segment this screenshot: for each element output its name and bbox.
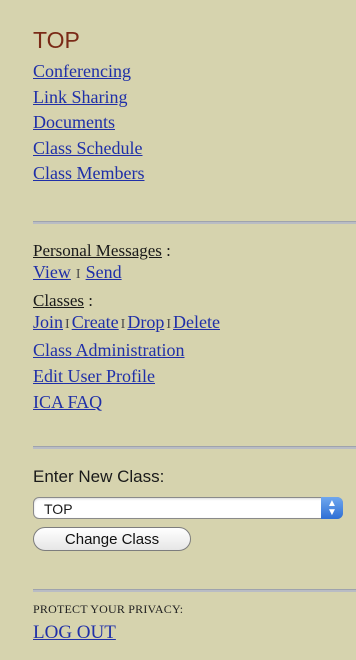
documents-link[interactable]: Documents <box>33 111 145 133</box>
messages-actions: View I Send <box>33 262 122 282</box>
change-class-button[interactable]: Change Class <box>33 527 191 551</box>
class-title: TOP <box>33 27 80 53</box>
select-arrows-icon: ▲ ▼ <box>321 497 343 519</box>
classes-label: Classes : <box>33 291 93 310</box>
class-nav: Conferencing Link Sharing Documents Clas… <box>33 60 145 188</box>
privacy-label: PROTECT YOUR PRIVACY: <box>33 602 184 616</box>
ica-faq-link[interactable]: ICA FAQ <box>33 391 220 413</box>
logout-row: LOG OUT <box>33 622 116 644</box>
drop-class-link[interactable]: Drop <box>127 312 164 332</box>
class-select-value: TOP <box>44 501 73 517</box>
join-class-link[interactable]: Join <box>33 312 63 332</box>
view-messages-link[interactable]: View <box>33 262 71 282</box>
classes-link[interactable]: Classes <box>33 291 84 310</box>
divider <box>33 446 356 449</box>
send-message-link[interactable]: Send <box>86 262 122 282</box>
class-select[interactable]: TOP ▲ ▼ <box>33 497 343 519</box>
sidebar-panel: TOP Conferencing Link Sharing Documents … <box>0 0 356 660</box>
divider <box>33 589 356 592</box>
class-administration-link[interactable]: Class Administration <box>33 339 220 361</box>
link-sharing-link[interactable]: Link Sharing <box>33 86 145 108</box>
personal-messages-link[interactable]: Personal Messages <box>33 241 162 260</box>
logout-link[interactable]: LOG OUT <box>33 622 116 643</box>
divider <box>33 221 356 224</box>
conferencing-link[interactable]: Conferencing <box>33 60 145 82</box>
enter-class-label: Enter New Class: <box>33 467 165 486</box>
create-class-link[interactable]: Create <box>72 312 119 332</box>
delete-class-link[interactable]: Delete <box>173 312 220 332</box>
personal-messages-label: Personal Messages : <box>33 241 171 260</box>
account-section: Personal Messages : View I Send Classes : … <box>33 240 220 413</box>
edit-user-profile-link[interactable]: Edit User Profile <box>33 365 220 387</box>
more-links: Class Administration Edit User Profile I… <box>33 339 220 413</box>
classes-actions: Join I Create I Drop I Delete <box>33 312 220 332</box>
class-members-link[interactable]: Class Members <box>33 162 145 184</box>
class-schedule-link[interactable]: Class Schedule <box>33 137 145 159</box>
